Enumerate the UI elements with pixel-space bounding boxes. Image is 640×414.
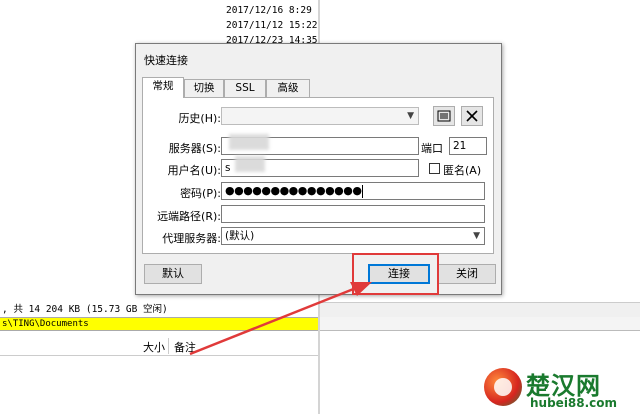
server-label: 服务器(S): <box>168 142 221 155</box>
port-input[interactable]: 21 <box>449 137 487 155</box>
dialog-title: 快速连接 <box>144 54 188 67</box>
close-icon <box>466 110 478 122</box>
proxy-label: 代理服务器: <box>162 232 221 245</box>
redacted-blur <box>229 134 269 150</box>
anonymous-label: 匿名(A) <box>443 164 482 177</box>
tab-ssl[interactable]: SSL <box>224 79 266 97</box>
local-path-bar[interactable]: s\TING\Documents <box>0 317 318 331</box>
password-mask: ●●●●●●●●●●●●●●● <box>225 184 362 197</box>
password-input[interactable]: ●●●●●●●●●●●●●●● <box>221 182 485 200</box>
chevron-down-icon: ▼ <box>407 111 414 121</box>
remote-path-label: 远端路径(R): <box>157 210 221 223</box>
remote-path-bar[interactable] <box>320 317 640 331</box>
column-header-note[interactable]: 备注 <box>174 339 196 355</box>
column-header-size[interactable]: 大小 <box>143 339 165 355</box>
file-timestamps: 2017/12/16 8:29 2017/11/12 15:22 2017/12… <box>226 3 318 48</box>
chevron-down-icon: ▼ <box>473 231 480 241</box>
password-label: 密码(P): <box>180 187 221 200</box>
file-list-header: 大小 备注 <box>0 336 318 356</box>
timestamp: 2017/11/12 15:22 <box>226 20 318 31</box>
anonymous-checkbox[interactable] <box>429 163 440 174</box>
history-delete-button[interactable] <box>461 106 483 126</box>
history-select[interactable]: ▼ <box>221 107 419 125</box>
annotation-highlight-box <box>352 253 439 295</box>
column-divider[interactable] <box>168 338 169 354</box>
history-label: 历史(H): <box>178 112 221 125</box>
history-list-button[interactable] <box>433 106 455 126</box>
username-label: 用户名(U): <box>167 164 221 177</box>
watermark-logo: 楚汉网 hubei88.com <box>478 364 640 414</box>
close-button[interactable]: 关闭 <box>438 264 496 284</box>
logo-url: hubei88.com <box>530 396 618 410</box>
local-status-line: , 共 14 204 KB (15.73 GB 空闲) <box>0 302 318 317</box>
tab-advanced[interactable]: 高级 <box>266 79 310 97</box>
text-caret <box>362 184 364 198</box>
logo-emblem-icon <box>484 368 522 406</box>
redacted-blur <box>235 156 265 172</box>
quick-connect-dialog: 快速连接 常规 切换 SSL 高级 历史(H): ▼ 服务器(S): 端口 21… <box>135 43 502 295</box>
tab-general[interactable]: 常规 <box>142 77 184 98</box>
list-icon <box>437 110 451 122</box>
default-button[interactable]: 默认 <box>144 264 202 284</box>
general-panel: 历史(H): ▼ 服务器(S): 端口 21 用户名(U): s 匿名(A) 密… <box>142 97 494 254</box>
remote-path-input[interactable] <box>221 205 485 223</box>
proxy-select[interactable]: (默认) ▼ <box>221 227 485 245</box>
port-label: 端口 <box>421 142 443 155</box>
tab-switch[interactable]: 切换 <box>184 79 224 97</box>
timestamp: 2017/12/16 8:29 <box>226 5 312 16</box>
